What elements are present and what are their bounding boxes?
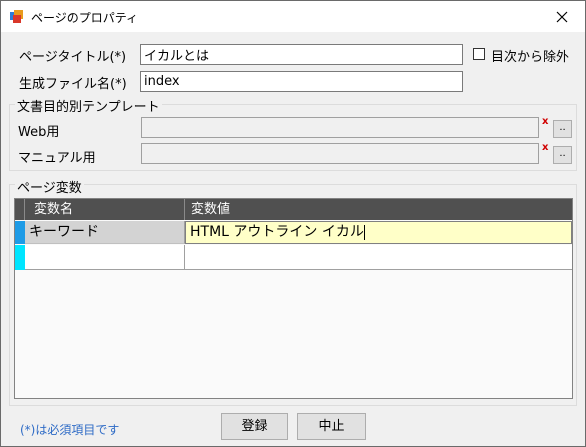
text-caret [363, 224, 365, 240]
manual-template-input[interactable] [141, 143, 539, 164]
page-title-input[interactable] [140, 44, 463, 65]
exclude-toc-label: 目次から除外 [491, 50, 570, 65]
manual-template-label: マニュアル用 [18, 151, 96, 166]
column-header-value[interactable]: 変数値 [185, 199, 572, 220]
new-variable-value-cell[interactable] [185, 245, 572, 270]
required-fields-note: (*)は必須項目です [20, 423, 120, 437]
column-header-name[interactable]: 変数名 [25, 199, 185, 220]
exclude-toc-checkbox[interactable] [473, 48, 485, 60]
cancel-button[interactable]: 中止 [297, 413, 366, 440]
variable-name-cell[interactable]: キーワード [25, 221, 185, 244]
variables-grid: 変数名 変数値 キーワード HTML アウトライン イカル [14, 198, 573, 399]
filename-input[interactable] [140, 71, 463, 92]
browse-manual-template-button[interactable]: .. [553, 146, 572, 164]
title-bar: ページのプロパティ [1, 1, 585, 32]
clear-manual-template-button[interactable]: x [542, 142, 548, 153]
clear-web-template-button[interactable]: x [542, 116, 548, 127]
page-title-label: ページタイトル(*) [19, 50, 127, 65]
browse-web-template-button[interactable]: .. [553, 120, 572, 138]
web-template-label: Web用 [18, 125, 60, 140]
variable-value-text: HTML アウトライン イカル [190, 224, 364, 240]
template-group-legend: 文書目的別テンプレート [15, 96, 162, 115]
properties-dialog: ページのプロパティ ページタイトル(*) 目次から除外 生成ファイル名(*) 文… [0, 0, 586, 447]
filename-label: 生成ファイル名(*) [19, 77, 127, 92]
window-title: ページのプロパティ [31, 11, 139, 25]
new-row-indicator[interactable] [15, 245, 25, 270]
app-icon [10, 10, 23, 23]
grid-header: 変数名 変数値 [15, 199, 572, 220]
register-button[interactable]: 登録 [221, 413, 288, 440]
new-variable-name-cell[interactable] [25, 245, 185, 270]
close-icon [556, 11, 568, 22]
variable-value-cell[interactable]: HTML アウトライン イカル [185, 221, 572, 244]
variables-group-legend: ページ変数 [15, 177, 84, 196]
row-indicator[interactable] [15, 221, 25, 244]
web-template-input[interactable] [141, 117, 539, 138]
header-corner [15, 199, 25, 220]
close-button[interactable] [539, 1, 585, 32]
